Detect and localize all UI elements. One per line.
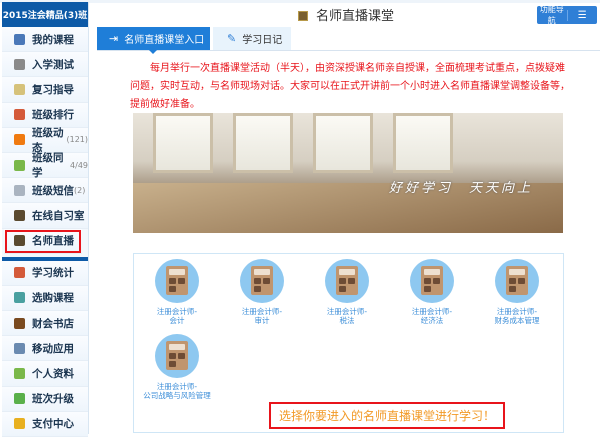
tab-label: 名师直播课堂入口 — [124, 35, 205, 46]
chart-icon — [14, 109, 25, 121]
calculator-icon — [495, 259, 539, 303]
window — [233, 113, 293, 173]
sidebar-item[interactable]: 我的课程 — [2, 27, 88, 53]
live-icon — [14, 235, 25, 247]
enter-icon: ⇥ — [109, 32, 119, 45]
upgrade-icon — [14, 393, 25, 405]
sidebar-item[interactable]: 选购课程 — [2, 285, 88, 312]
function-nav-label: 功能导航 — [539, 5, 564, 25]
sidebar-item-label: 移动应用 — [32, 342, 74, 355]
calculator-icon — [240, 259, 284, 303]
course-label-line2: 财务成本管理 — [494, 316, 540, 325]
course-item[interactable]: 注册会计师- 财务成本管理 — [475, 259, 559, 325]
sidebar-item[interactable]: 复习指导 — [2, 77, 88, 103]
sidebar-item-label: 名师直播 — [32, 235, 74, 248]
window — [153, 113, 213, 173]
sidebar-item[interactable]: 财会书店 — [2, 311, 88, 337]
sidebar-item[interactable]: 个人资料 — [2, 361, 88, 387]
sidebar-item-count: (121) — [66, 135, 88, 145]
window — [313, 113, 373, 173]
sidebar-item-label: 班级同学 — [32, 152, 64, 180]
page-title: 名师直播课堂 — [92, 5, 600, 24]
sidebar-item-label: 选购课程 — [32, 292, 74, 305]
function-nav-button[interactable]: 功能导航 ☰ — [537, 5, 598, 25]
sidebar-item-label: 学习统计 — [32, 267, 74, 280]
tab-bar: ⇥ 名师直播课堂入口 ✎ 学习日记 — [97, 27, 600, 54]
course-label-line1: 注册会计师- — [496, 307, 538, 316]
page-title-text: 名师直播课堂 — [315, 9, 394, 24]
main-content: 名师直播课堂 功能导航 ☰ ⇥ 名师直播课堂入口 ✎ 学习日记 每月举行一次直播课堂活… — [92, 0, 600, 434]
book-icon — [14, 317, 25, 329]
sidebar-item[interactable]: 支付中心 — [2, 411, 88, 437]
stats-icon — [14, 267, 25, 279]
live-icon — [297, 11, 308, 21]
sidebar-item-label: 在线自习室 — [32, 209, 85, 222]
banner-motto: 好好学习 天天向上 — [388, 181, 533, 196]
menu-icon: ☰ — [566, 9, 598, 21]
calculator-icon — [155, 259, 199, 303]
sidebar-item[interactable]: 在线自习室 — [2, 203, 88, 229]
course-item[interactable]: 注册会计师- 税法 — [305, 259, 389, 325]
tab-study-diary[interactable]: ✎ 学习日记 — [213, 27, 291, 50]
calculator-icon — [325, 259, 369, 303]
sidebar-item-count: (2) — [74, 185, 86, 195]
calculator-icon — [410, 259, 454, 303]
sidebar-item[interactable]: 班级短信 (2) — [2, 178, 88, 204]
course-label-line2: 审计 — [254, 316, 270, 325]
course-item[interactable]: 注册会计师- 会计 — [135, 259, 219, 325]
course-label-line1: 注册会计师- — [156, 382, 198, 391]
sidebar-item[interactable]: 班次升级 — [2, 386, 88, 412]
phone-icon — [14, 342, 25, 354]
sidebar-item-label: 支付中心 — [32, 418, 74, 431]
mail-icon — [14, 184, 25, 196]
sidebar-item-label: 班级短信 — [32, 184, 74, 197]
course-label-line2: 税法 — [339, 316, 355, 325]
sidebar-item[interactable]: 移动应用 — [2, 336, 88, 362]
sidebar-item-label: 复习指导 — [32, 83, 74, 96]
refresh-icon — [14, 134, 25, 146]
user-icon — [14, 159, 25, 171]
tab-live-entrance[interactable]: ⇥ 名师直播课堂入口 — [97, 27, 210, 54]
classroom-banner: 好好学习 天天向上 — [133, 113, 563, 233]
sidebar-item-label: 班级排行 — [32, 109, 74, 122]
course-item[interactable]: 注册会计师- 经济法 — [390, 259, 474, 325]
profile-icon — [14, 368, 25, 380]
window — [393, 113, 453, 173]
sidebar: 2015注会精品(3)班 我的课程 入学测试 复习指导 班级排行 班级动态 (121) 班级… — [2, 2, 89, 437]
edit-icon — [14, 58, 25, 70]
classroom-icon — [14, 209, 25, 221]
pay-icon — [14, 418, 25, 430]
sidebar-item-label: 财会书店 — [32, 317, 74, 330]
course-label-line2: 会计 — [169, 316, 185, 325]
course-label-line1: 注册会计师- — [411, 307, 453, 316]
course-label-line1: 注册会计师- — [241, 307, 283, 316]
class-title: 2015注会精品(3)班 — [2, 2, 88, 27]
course-label-line2: 经济法 — [420, 316, 444, 325]
sidebar-item-label: 我的课程 — [32, 33, 74, 46]
course-item[interactable]: 注册会计师- 审计 — [220, 259, 304, 325]
note-icon — [14, 83, 25, 95]
sidebar-item[interactable]: 名师直播 — [4, 228, 82, 254]
course-label-line1: 注册会计师- — [156, 307, 198, 316]
tab-label: 学习日记 — [242, 35, 283, 46]
sidebar-item-count: 4/49 — [70, 160, 88, 170]
course-label-line2: 公司战略与风险管理 — [143, 391, 211, 400]
cart-icon — [14, 292, 25, 304]
sidebar-item[interactable]: 班级同学 4/49 — [2, 152, 88, 180]
course-panel: 注册会计师- 会计 注册会计师- 审计 注册会计师- 税法 注册会计师- 经济法 注册会计师- 财… — [133, 253, 564, 433]
calculator-icon — [155, 334, 199, 378]
sidebar-item-label: 班次升级 — [32, 393, 74, 406]
sidebar-item[interactable]: 入学测试 — [2, 52, 88, 78]
sidebar-item-label: 个人资料 — [32, 368, 74, 381]
course-label-line1: 注册会计师- — [326, 307, 368, 316]
course-item[interactable]: 注册会计师- 公司战略与风险管理 — [135, 334, 219, 400]
sidebar-item[interactable]: 学习统计 — [2, 260, 88, 286]
diary-icon: ✎ — [227, 32, 237, 45]
choose-prompt: 选择你要进入的名师直播课堂进行学习！ — [269, 402, 505, 429]
notice-text: 每月举行一次直播课堂活动（半天），由资深授课名师亲自授课，全面梳理考试重点，点拨… — [130, 63, 570, 110]
sidebar-item-label: 入学测试 — [32, 58, 74, 71]
monitor-icon — [14, 33, 25, 45]
